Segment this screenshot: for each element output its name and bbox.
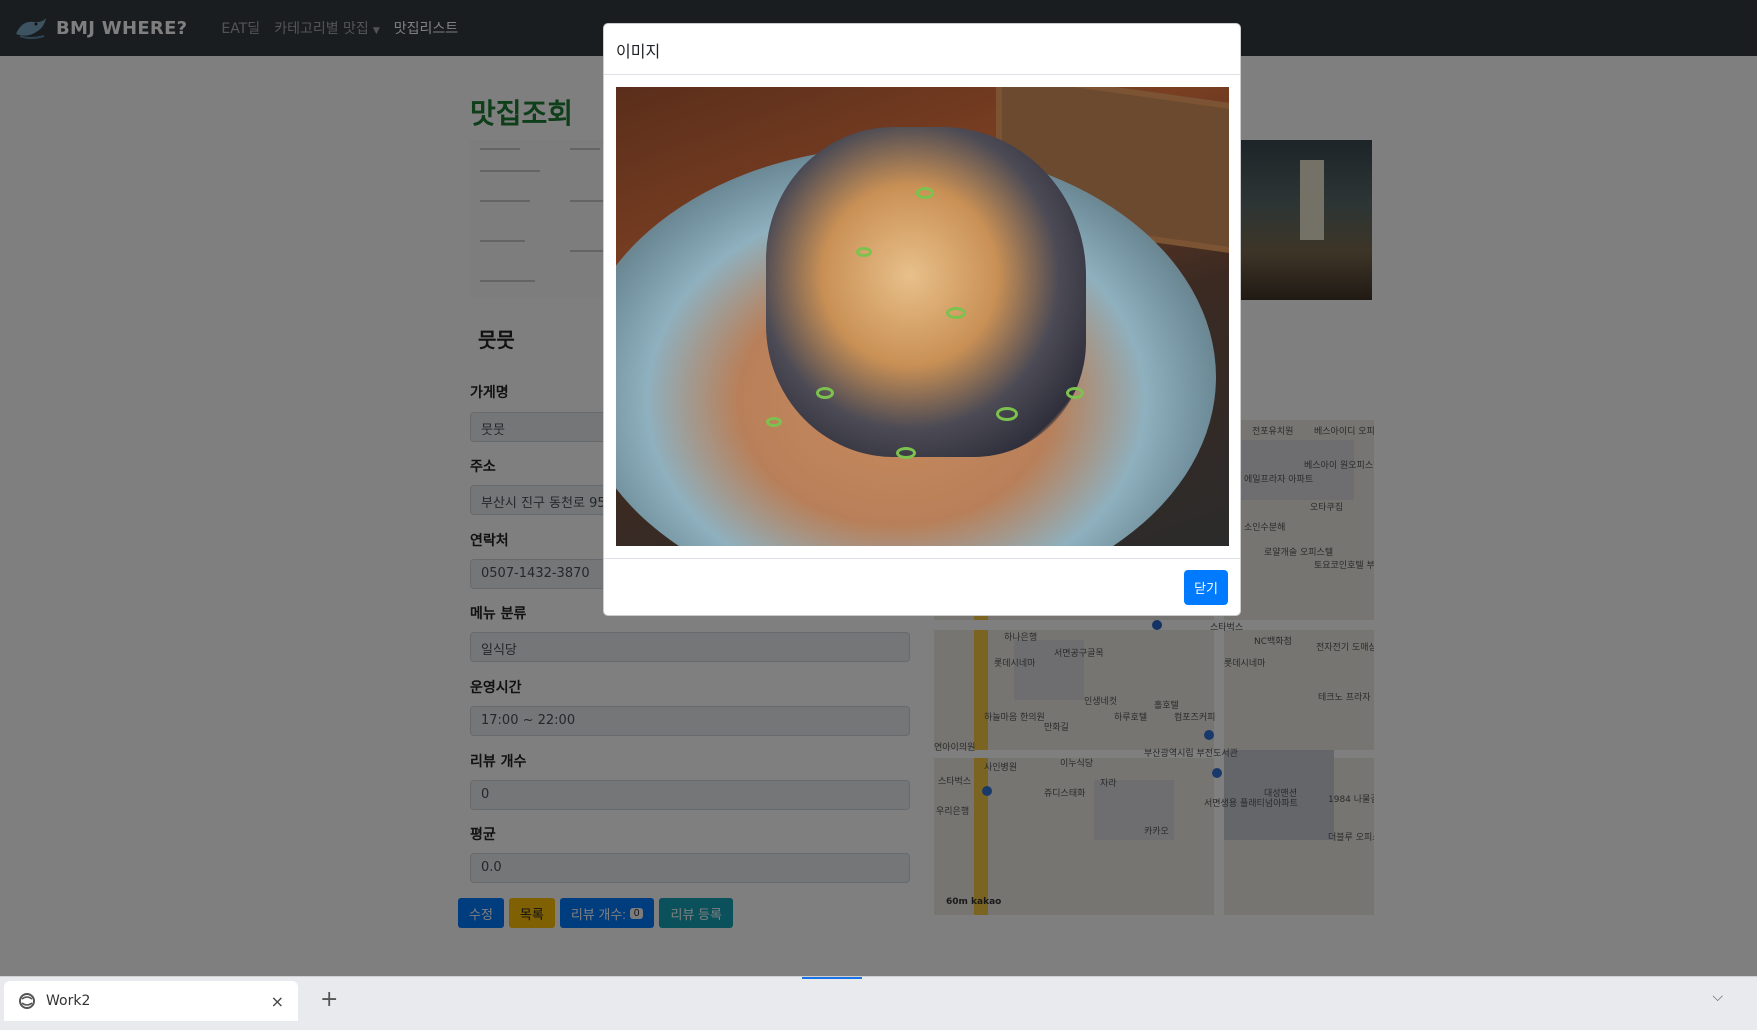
browser-tab-strip: Work2 × + ⌵ (0, 976, 1757, 1030)
scallion-garnish (946, 307, 966, 319)
tab-title: Work2 (46, 993, 91, 1009)
close-tab-icon[interactable]: × (271, 992, 284, 1011)
fried-eggplant-tempura (766, 127, 1086, 457)
new-tab-icon[interactable]: + (320, 987, 338, 1012)
scallion-garnish (816, 387, 834, 399)
globe-icon (19, 993, 35, 1009)
modal-body (604, 75, 1240, 558)
scallion-garnish (766, 417, 782, 427)
scallion-garnish (896, 447, 916, 459)
food-photo (616, 87, 1229, 546)
scallion-garnish (856, 247, 872, 257)
modal-title: 이미지 (604, 24, 1240, 75)
chevron-down-icon[interactable]: ⌵ (1712, 989, 1723, 1005)
scallion-garnish (1066, 387, 1084, 399)
modal-footer: 닫기 (604, 558, 1240, 615)
scallion-garnish (916, 187, 934, 199)
active-tab-indicator (802, 977, 862, 979)
close-button[interactable]: 닫기 (1184, 569, 1228, 605)
scallion-garnish (996, 407, 1018, 421)
browser-tab[interactable]: Work2 × (4, 981, 298, 1021)
image-modal: 이미지 닫기 (603, 23, 1241, 616)
